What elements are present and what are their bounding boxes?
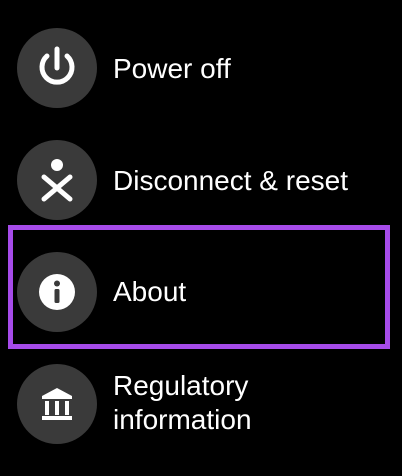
menu-item-label: Power off [113, 53, 231, 84]
menu-item-label-line1: Regulatory [113, 370, 249, 401]
menu-item-label: About [113, 276, 187, 307]
menu-item-about[interactable]: About [0, 242, 402, 342]
info-icon [17, 252, 97, 332]
menu-item-regulatory-information[interactable]: Regulatory information [0, 354, 402, 454]
bank-icon [17, 364, 97, 444]
power-icon [17, 28, 97, 108]
menu-item-label: Disconnect & reset [113, 165, 348, 196]
disconnect-reset-icon [17, 140, 97, 220]
menu-item-power-off[interactable]: Power off [0, 18, 402, 118]
menu-item-disconnect-reset[interactable]: Disconnect & reset [0, 130, 402, 230]
menu-item-label-line2: information [113, 404, 252, 435]
settings-screen: Power off Disconnect & reset About Regul… [0, 0, 402, 476]
